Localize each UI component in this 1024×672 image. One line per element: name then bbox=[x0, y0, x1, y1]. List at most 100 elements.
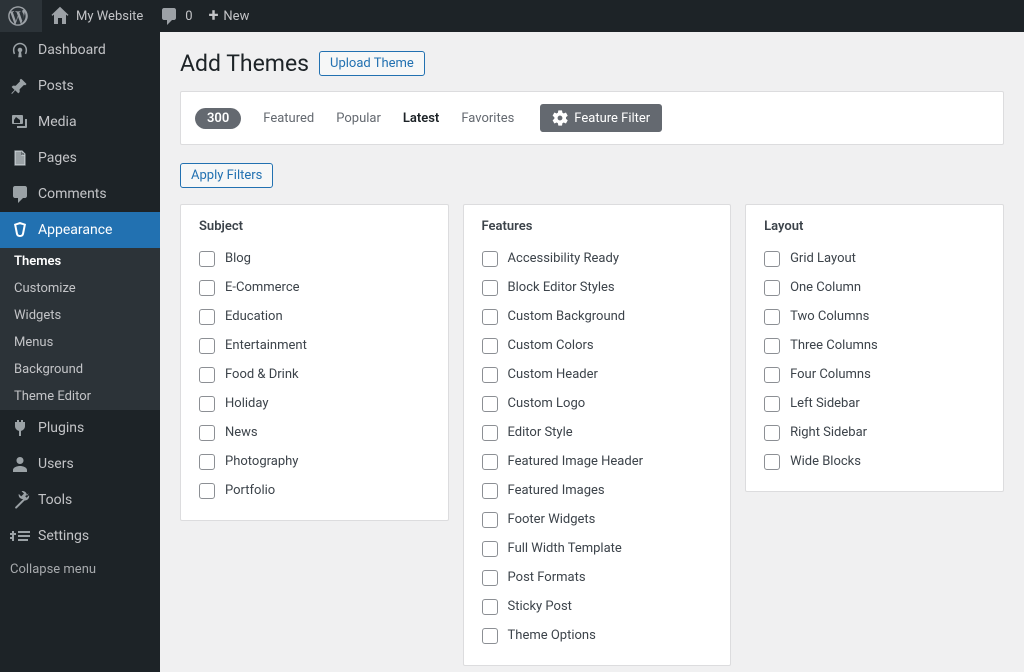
features-option[interactable]: Footer Widgets bbox=[482, 507, 713, 533]
features-option[interactable]: Custom Background bbox=[482, 304, 713, 330]
menu-dashboard[interactable]: Dashboard bbox=[0, 32, 160, 68]
menu-media[interactable]: Media bbox=[0, 104, 160, 140]
features-option[interactable]: Accessibility Ready bbox=[482, 246, 713, 272]
layout-option[interactable]: Wide Blocks bbox=[764, 449, 985, 475]
collapse-menu[interactable]: Collapse menu bbox=[0, 554, 160, 585]
checkbox[interactable] bbox=[764, 396, 780, 412]
menu-tools[interactable]: Tools bbox=[0, 482, 160, 518]
tab-featured[interactable]: Featured bbox=[263, 111, 314, 126]
checkbox[interactable] bbox=[482, 483, 498, 499]
checkbox[interactable] bbox=[482, 396, 498, 412]
menu-plugins[interactable]: Plugins bbox=[0, 410, 160, 446]
apply-filters-top[interactable]: Apply Filters bbox=[180, 163, 273, 188]
layout-option[interactable]: Left Sidebar bbox=[764, 391, 985, 417]
subject-option[interactable]: Food & Drink bbox=[199, 362, 430, 388]
checkbox[interactable] bbox=[764, 425, 780, 441]
sub-theme-editor[interactable]: Theme Editor bbox=[0, 383, 160, 410]
checkbox[interactable] bbox=[199, 425, 215, 441]
sub-background[interactable]: Background bbox=[0, 356, 160, 383]
checkbox[interactable] bbox=[199, 454, 215, 470]
checkbox[interactable] bbox=[199, 280, 215, 296]
checkbox[interactable] bbox=[764, 367, 780, 383]
tab-favorites[interactable]: Favorites bbox=[461, 111, 514, 126]
page-title: Add Themes bbox=[180, 50, 309, 77]
sub-themes[interactable]: Themes bbox=[0, 248, 160, 275]
tab-popular[interactable]: Popular bbox=[336, 111, 381, 126]
features-option[interactable]: Sticky Post bbox=[482, 594, 713, 620]
checkbox[interactable] bbox=[199, 367, 215, 383]
menu-posts[interactable]: Posts bbox=[0, 68, 160, 104]
checkbox[interactable] bbox=[482, 599, 498, 615]
features-option[interactable]: Post Formats bbox=[482, 565, 713, 591]
checkbox[interactable] bbox=[482, 280, 498, 296]
layout-option[interactable]: Right Sidebar bbox=[764, 420, 985, 446]
subject-option[interactable]: Education bbox=[199, 304, 430, 330]
subject-option[interactable]: Entertainment bbox=[199, 333, 430, 359]
checkbox[interactable] bbox=[482, 367, 498, 383]
site-link[interactable]: My Website bbox=[42, 0, 151, 32]
checkbox[interactable] bbox=[764, 280, 780, 296]
menu-pages[interactable]: Pages bbox=[0, 140, 160, 176]
users-icon bbox=[10, 454, 30, 474]
features-option-label: Sticky Post bbox=[508, 598, 572, 616]
subject-option[interactable]: E-Commerce bbox=[199, 275, 430, 301]
menu-comments[interactable]: Comments bbox=[0, 176, 160, 212]
sub-menus[interactable]: Menus bbox=[0, 329, 160, 356]
feature-filter-panels: Subject BlogE-CommerceEducationEntertain… bbox=[180, 204, 1004, 666]
features-option-label: Footer Widgets bbox=[508, 511, 596, 529]
features-option[interactable]: Custom Logo bbox=[482, 391, 713, 417]
comments-count: 0 bbox=[185, 9, 192, 24]
checkbox[interactable] bbox=[199, 338, 215, 354]
checkbox[interactable] bbox=[482, 512, 498, 528]
checkbox[interactable] bbox=[199, 396, 215, 412]
layout-option[interactable]: Grid Layout bbox=[764, 246, 985, 272]
features-option[interactable]: Editor Style bbox=[482, 420, 713, 446]
checkbox[interactable] bbox=[764, 338, 780, 354]
checkbox[interactable] bbox=[199, 251, 215, 267]
checkbox[interactable] bbox=[764, 454, 780, 470]
menu-appearance-label: Appearance bbox=[38, 222, 112, 238]
comments-link[interactable]: 0 bbox=[151, 0, 200, 32]
features-option[interactable]: Block Editor Styles bbox=[482, 275, 713, 301]
upload-theme-button[interactable]: Upload Theme bbox=[319, 51, 425, 76]
layout-option[interactable]: Four Columns bbox=[764, 362, 985, 388]
wp-logo-link[interactable] bbox=[0, 0, 42, 32]
checkbox[interactable] bbox=[482, 251, 498, 267]
features-option[interactable]: Theme Options bbox=[482, 623, 713, 649]
sub-customize[interactable]: Customize bbox=[0, 275, 160, 302]
layout-option[interactable]: Two Columns bbox=[764, 304, 985, 330]
features-option[interactable]: Custom Header bbox=[482, 362, 713, 388]
checkbox[interactable] bbox=[482, 628, 498, 644]
features-option[interactable]: Featured Images bbox=[482, 478, 713, 504]
layout-option[interactable]: Three Columns bbox=[764, 333, 985, 359]
checkbox[interactable] bbox=[482, 570, 498, 586]
checkbox[interactable] bbox=[482, 541, 498, 557]
features-option[interactable]: Featured Image Header bbox=[482, 449, 713, 475]
checkbox[interactable] bbox=[482, 454, 498, 470]
subject-option[interactable]: Portfolio bbox=[199, 478, 430, 504]
layout-option-label: Left Sidebar bbox=[790, 395, 860, 413]
checkbox[interactable] bbox=[764, 251, 780, 267]
menu-users[interactable]: Users bbox=[0, 446, 160, 482]
tab-latest[interactable]: Latest bbox=[403, 111, 439, 126]
checkbox[interactable] bbox=[482, 338, 498, 354]
checkbox[interactable] bbox=[764, 309, 780, 325]
subject-option[interactable]: Blog bbox=[199, 246, 430, 272]
subject-option[interactable]: Photography bbox=[199, 449, 430, 475]
checkbox[interactable] bbox=[199, 483, 215, 499]
checkbox[interactable] bbox=[482, 309, 498, 325]
features-option[interactable]: Full Width Template bbox=[482, 536, 713, 562]
checkbox[interactable] bbox=[199, 309, 215, 325]
new-link[interactable]: + New bbox=[201, 0, 258, 32]
layout-option[interactable]: One Column bbox=[764, 275, 985, 301]
features-option-label: Accessibility Ready bbox=[508, 250, 619, 268]
features-option[interactable]: Custom Colors bbox=[482, 333, 713, 359]
theme-count: 300 bbox=[195, 108, 241, 129]
sub-widgets[interactable]: Widgets bbox=[0, 302, 160, 329]
checkbox[interactable] bbox=[482, 425, 498, 441]
menu-settings[interactable]: Settings bbox=[0, 518, 160, 554]
subject-option[interactable]: Holiday bbox=[199, 391, 430, 417]
subject-option[interactable]: News bbox=[199, 420, 430, 446]
menu-appearance[interactable]: Appearance bbox=[0, 212, 160, 248]
feature-filter-button[interactable]: Feature Filter bbox=[540, 104, 662, 132]
